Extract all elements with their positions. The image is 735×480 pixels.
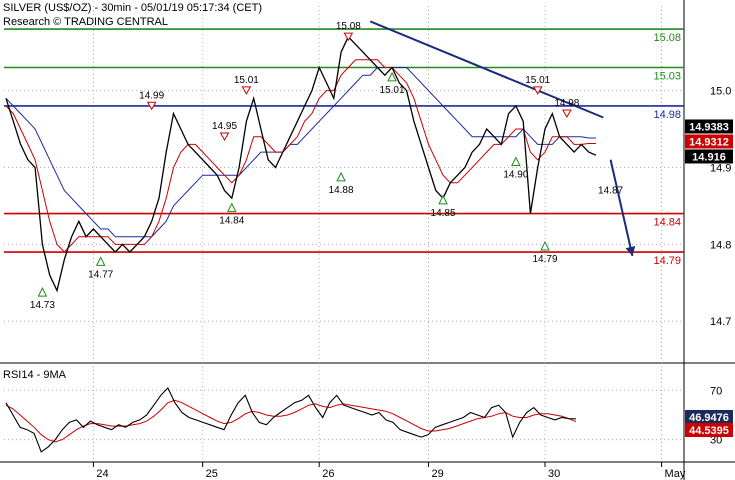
resistance-marker bbox=[562, 109, 572, 118]
forecast-arrow-head bbox=[625, 246, 636, 256]
resistance-marker-label: 15.01 bbox=[234, 75, 259, 86]
chart-title: SILVER (US$/OZ) - 30min - 05/01/19 05:17… bbox=[3, 2, 263, 14]
level-label-support-1: 14.84 bbox=[653, 217, 681, 229]
resistance-marker bbox=[241, 86, 252, 95]
time-tick-label: 26 bbox=[322, 468, 334, 480]
support-marker-label: 15.01 bbox=[380, 85, 405, 96]
support-marker-label: 14.73 bbox=[30, 300, 55, 311]
level-label-resistance-2: 15.08 bbox=[653, 32, 681, 44]
support-marker bbox=[438, 194, 448, 205]
time-tick-label: 24 bbox=[96, 468, 108, 480]
price-tag-label: 14.9312 bbox=[689, 136, 729, 148]
level-label-support-2: 14.79 bbox=[653, 255, 681, 267]
level-label-resistance-1: 15.03 bbox=[653, 71, 681, 83]
resistance-marker bbox=[219, 132, 230, 142]
price-tag-label: 14.916 bbox=[692, 151, 726, 163]
oscillator-tag-label: 46.9476 bbox=[689, 412, 729, 424]
resistance-marker-label: 14.98 bbox=[554, 98, 579, 109]
time-tick-label: 30 bbox=[548, 468, 560, 480]
time-tick-label: May bbox=[665, 468, 686, 480]
chart-canvas: 15.0 14.9 14.8 14.7 24 25 26 29 30 May 15.08 15.03 1… bbox=[0, 0, 735, 480]
support-marker bbox=[37, 287, 48, 297]
support-marker bbox=[95, 256, 106, 266]
level-label-pivot: 14.98 bbox=[653, 109, 681, 121]
support-marker-label: 14.90 bbox=[503, 169, 528, 180]
oscillator-title: RSI14 - 9MA bbox=[3, 369, 67, 381]
price-tag-label: 14.9383 bbox=[689, 121, 729, 133]
support-marker-label: 14.84 bbox=[219, 216, 244, 227]
price-series-ma-slow bbox=[5, 67, 596, 238]
forecast-arrow-shaft bbox=[609, 159, 634, 257]
support-marker bbox=[540, 240, 550, 251]
resistance-marker-label: 14.95 bbox=[212, 121, 237, 132]
chart-screen: 15.0 14.9 14.8 14.7 24 25 26 29 30 May 15.08 15.03 1… bbox=[0, 0, 735, 480]
resistance-marker-label: 15.08 bbox=[336, 21, 361, 32]
support-marker-label: 14.85 bbox=[431, 208, 456, 219]
price-tick-label: 14.8 bbox=[710, 239, 731, 251]
support-marker-label: 14.88 bbox=[329, 185, 354, 196]
chart-credit: Research © TRADING CENTRAL bbox=[3, 16, 168, 28]
price-annotation-label: 14.87 bbox=[598, 186, 623, 197]
time-tick-label: 25 bbox=[206, 468, 218, 480]
oscillator-tick-label: 70 bbox=[710, 385, 722, 397]
oscillator-series-price bbox=[5, 387, 577, 453]
oscillator-tag-label: 44.5395 bbox=[689, 425, 729, 437]
resistance-marker-label: 14.99 bbox=[139, 90, 164, 101]
support-marker bbox=[336, 171, 346, 182]
support-marker bbox=[511, 156, 521, 166]
price-tick-label: 14.7 bbox=[710, 316, 731, 328]
support-marker-label: 14.79 bbox=[532, 254, 557, 265]
support-marker bbox=[226, 202, 237, 213]
price-tick-label: 15.0 bbox=[710, 86, 731, 98]
support-marker-label: 14.77 bbox=[88, 269, 113, 280]
time-tick-label: 29 bbox=[431, 468, 443, 480]
price-tick-label: 14.9 bbox=[710, 162, 731, 174]
resistance-marker-label: 15.01 bbox=[525, 75, 550, 86]
